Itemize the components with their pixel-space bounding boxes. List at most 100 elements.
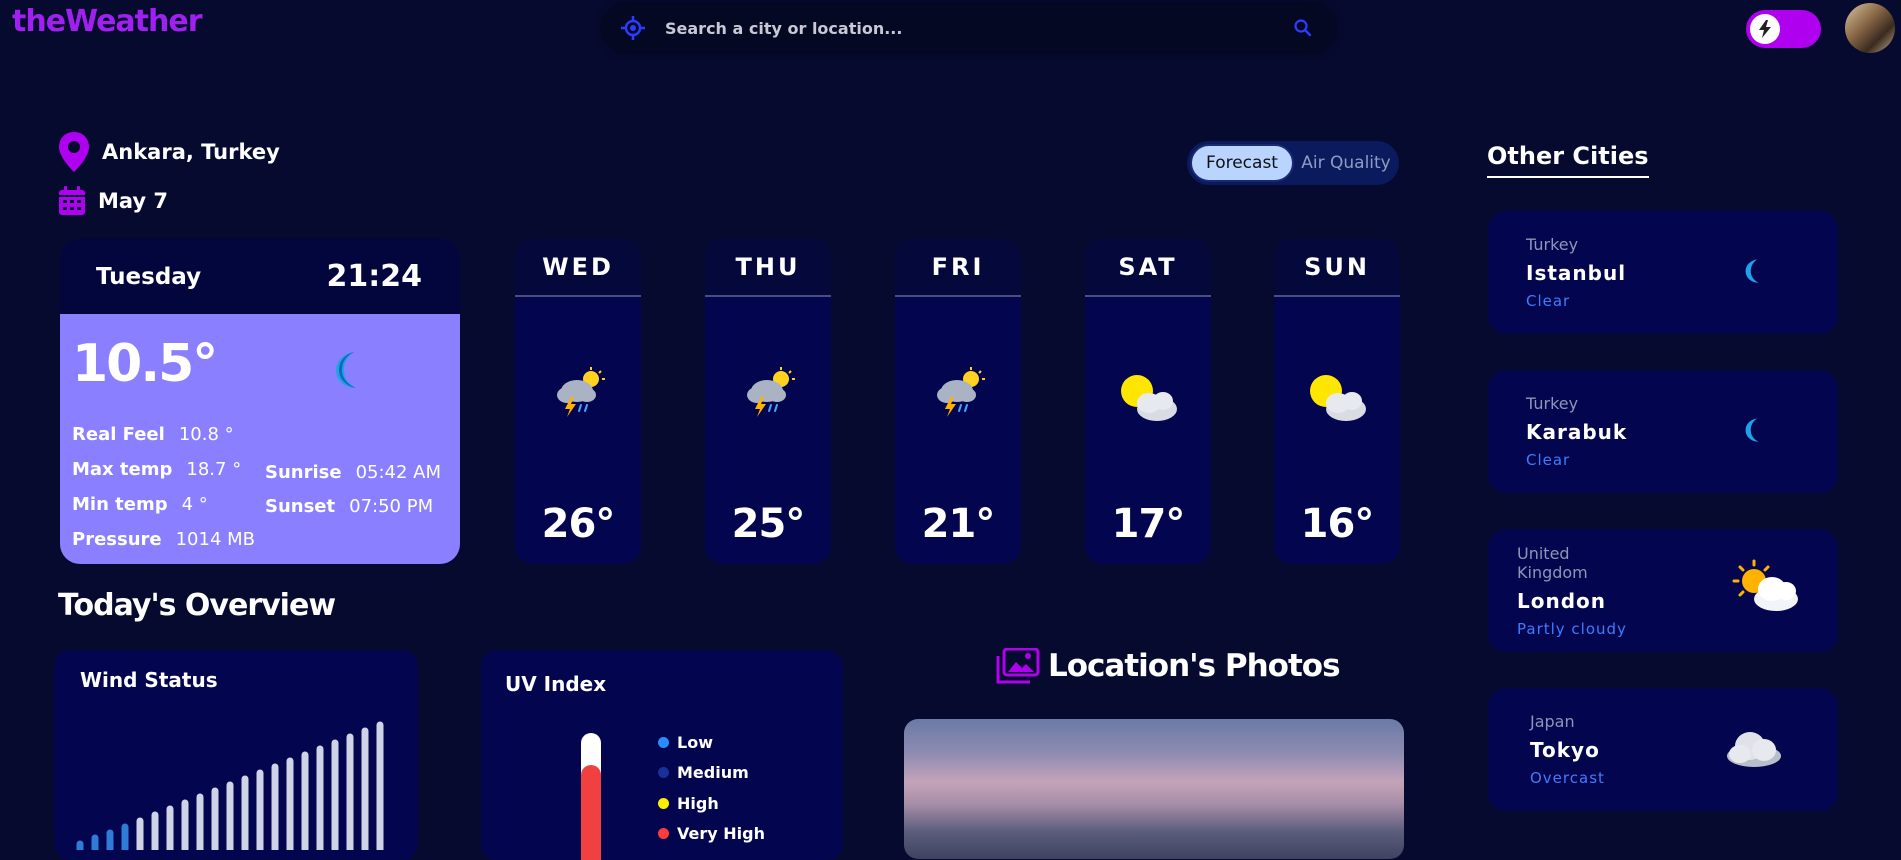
sunrise-value: 05:42 AM	[355, 462, 442, 483]
forecast-temp: 25°	[731, 501, 806, 547]
current-temp: 10.5°	[72, 334, 218, 394]
min-temp-stat: Min temp 4 °	[72, 494, 208, 515]
forecast-day: WED	[515, 239, 641, 297]
search-bar[interactable]	[603, 4, 1335, 52]
city-country: United Kingdom	[1517, 544, 1588, 582]
uv-legend-dot	[658, 828, 669, 839]
uv-legend-label: Low	[677, 733, 713, 752]
pressure-label: Pressure	[72, 529, 162, 550]
sunset-value: 07:50 PM	[349, 496, 434, 517]
thunderstorm-sun-icon	[747, 367, 795, 417]
photo-gallery-icon	[996, 648, 1040, 684]
uv-legend-low: Low	[658, 733, 713, 752]
location-pin-icon	[59, 132, 89, 172]
today-body: 10.5° Real Feel 10.8 ° Max temp 18.7 ° M…	[60, 314, 460, 564]
uv-legend-label: Medium	[677, 763, 749, 782]
today-card: Tuesday 21:24 10.5° Real Feel 10.8 ° Max…	[60, 239, 460, 564]
uv-legend-label: High	[677, 794, 719, 813]
today-header: Tuesday 21:24	[60, 239, 460, 314]
city-card-london[interactable]: United Kingdom London Partly cloudy	[1488, 529, 1838, 652]
city-country: Japan	[1530, 712, 1575, 731]
location-photo[interactable]	[904, 719, 1404, 859]
lightning-icon	[1759, 20, 1771, 38]
forecast-card-wed[interactable]: WED 26°	[515, 239, 641, 564]
forecast-day: SUN	[1274, 239, 1400, 297]
wind-bars-chart	[76, 721, 384, 850]
sunrise-label: Sunrise	[265, 462, 342, 483]
sunset-stat: Sunset 07:50 PM	[265, 496, 433, 517]
partly-cloudy-icon	[1732, 559, 1798, 611]
uv-legend-dot	[658, 737, 669, 748]
date-row: May 7	[58, 186, 168, 216]
forecast-day: THU	[705, 239, 831, 297]
real-feel-label: Real Feel	[72, 424, 165, 445]
city-condition: Clear	[1526, 451, 1571, 469]
thunderstorm-sun-icon	[557, 367, 605, 417]
theme-toggle[interactable]	[1746, 10, 1821, 48]
location-row: Ankara, Turkey	[58, 132, 280, 172]
partly-cloudy-icon	[1310, 375, 1366, 421]
cloud-icon	[1727, 732, 1781, 767]
min-temp-label: Min temp	[72, 494, 168, 515]
city-card-tokyo[interactable]: Japan Tokyo Overcast	[1488, 688, 1838, 811]
forecast-card-thu[interactable]: THU 25°	[705, 239, 831, 564]
forecast-day: SAT	[1085, 239, 1211, 297]
toggle-knob	[1750, 14, 1780, 44]
city-name: London	[1517, 589, 1607, 613]
forecast-temp: 17°	[1111, 501, 1186, 547]
tab-air-quality[interactable]: Air Quality	[1296, 144, 1396, 182]
photos-title: Location's Photos	[1048, 648, 1341, 684]
city-card-istanbul[interactable]: Turkey Istanbul Clear	[1488, 211, 1838, 334]
brand-logo[interactable]: theWeather	[12, 4, 202, 39]
sunrise-stat: Sunrise 05:42 AM	[265, 462, 441, 483]
calendar-icon	[59, 186, 85, 215]
forecast-card-sat[interactable]: SAT 17°	[1085, 239, 1211, 564]
forecast-card-fri[interactable]: FRI 21°	[895, 239, 1021, 564]
thunderstorm-sun-icon	[937, 367, 985, 417]
max-temp-label: Max temp	[72, 459, 173, 480]
uv-legend-medium: Medium	[658, 763, 749, 782]
city-condition: Clear	[1526, 292, 1571, 310]
forecast-card-sun[interactable]: SUN 16°	[1274, 239, 1400, 564]
pressure-stat: Pressure 1014 MB	[72, 529, 255, 550]
city-card-karabuk[interactable]: Turkey Karabuk Clear	[1488, 370, 1838, 493]
uv-legend-label: Very High	[677, 824, 765, 843]
other-cities-title: Other Cities	[1487, 142, 1649, 178]
uv-index-title: UV Index	[505, 672, 607, 696]
max-temp-stat: Max temp 18.7 °	[72, 459, 241, 480]
uv-legend-very-high: Very High	[658, 824, 765, 843]
today-day: Tuesday	[96, 263, 202, 290]
city-name: Tokyo	[1530, 738, 1600, 762]
view-tabs: Forecast Air Quality	[1187, 141, 1399, 185]
city-condition: Partly cloudy	[1517, 620, 1627, 638]
today-time: 21:24	[326, 259, 423, 294]
city-country: Turkey	[1526, 235, 1579, 254]
city-name: Karabuk	[1526, 420, 1628, 444]
location-name: Ankara, Turkey	[102, 140, 280, 164]
min-temp-value: 4 °	[181, 494, 208, 515]
search-icon[interactable]	[1293, 18, 1313, 38]
real-feel-stat: Real Feel 10.8 °	[72, 424, 234, 445]
pressure-value: 1014 MB	[175, 529, 256, 550]
forecast-temp: 21°	[921, 501, 996, 547]
tab-forecast[interactable]: Forecast	[1190, 144, 1294, 182]
real-feel-value: 10.8 °	[178, 424, 234, 445]
search-input[interactable]	[665, 14, 1265, 42]
locate-me-icon[interactable]	[621, 16, 645, 40]
city-name: Istanbul	[1526, 261, 1627, 285]
wind-status-panel: Wind Status	[54, 650, 418, 860]
city-country: Turkey	[1526, 394, 1579, 413]
photos-title-row: Location's Photos	[996, 648, 1341, 684]
moon-icon	[1745, 259, 1759, 283]
uv-gauge-fill	[581, 765, 601, 860]
wind-status-title: Wind Status	[80, 668, 218, 692]
sunset-label: Sunset	[265, 496, 336, 517]
uv-legend-high: High	[658, 794, 719, 813]
avatar[interactable]	[1845, 3, 1895, 53]
uv-legend-dot	[658, 798, 669, 809]
moon-icon	[336, 352, 356, 388]
overview-title: Today's Overview	[58, 588, 336, 623]
forecast-temp: 26°	[541, 501, 616, 547]
partly-cloudy-icon	[1121, 375, 1177, 421]
current-date: May 7	[98, 189, 169, 213]
